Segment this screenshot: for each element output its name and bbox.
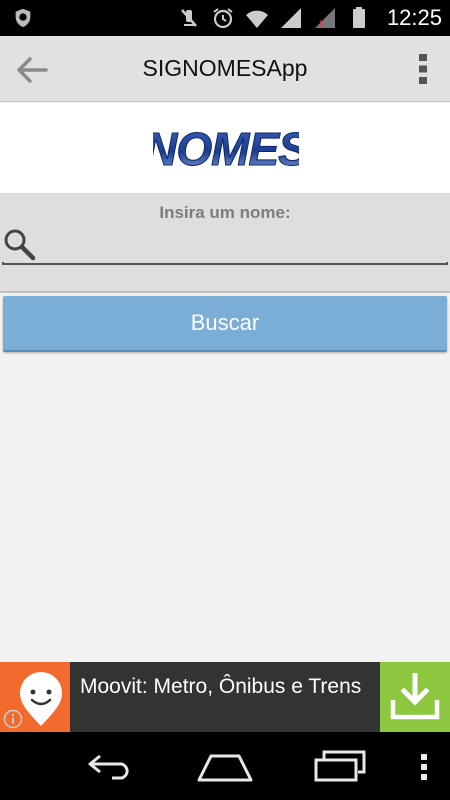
moovit-logo-icon[interactable] (18, 672, 64, 728)
logo-area: NOMES (0, 103, 450, 193)
ad-logo-background[interactable] (0, 662, 70, 732)
overflow-menu-icon[interactable] (416, 52, 430, 86)
search-panel: Insira um nome: (0, 193, 450, 293)
download-icon[interactable] (390, 673, 440, 721)
alarm-icon (213, 8, 233, 29)
wifi-icon (245, 10, 268, 28)
status-time: 12:25 (386, 5, 442, 30)
signal-icon (280, 8, 301, 28)
navigation-bar (0, 732, 450, 800)
buscar-button[interactable]: Buscar (3, 296, 447, 352)
nav-back-icon[interactable] (86, 752, 138, 780)
panel-divider (0, 291, 450, 293)
info-icon[interactable] (3, 709, 23, 729)
nomes-logo: NOMES (153, 123, 299, 175)
search-icon (4, 229, 36, 261)
mute-icon (180, 9, 197, 27)
nav-recent-apps-icon[interactable] (314, 750, 366, 782)
search-row (0, 225, 450, 265)
shield-icon (15, 8, 31, 28)
nav-home-icon[interactable] (197, 752, 253, 782)
search-underline (2, 262, 448, 265)
svg-text:NOMES: NOMES (153, 123, 299, 175)
nav-menu-icon[interactable] (418, 752, 430, 782)
battery-icon (352, 7, 365, 28)
ad-download-button[interactable] (380, 662, 450, 732)
status-bar: ! 12:25 (0, 0, 450, 36)
svg-text:!: ! (319, 19, 322, 30)
search-input[interactable] (40, 229, 440, 259)
search-label: Insira um nome: (159, 203, 291, 222)
status-icons: ! 12:25 (177, 0, 442, 36)
ad-banner[interactable]: Moovit: Metro, Ônibus e Trens (0, 662, 450, 732)
signal-icon: ! (314, 8, 335, 30)
ad-text[interactable]: Moovit: Metro, Ônibus e Trens (80, 674, 376, 700)
app-title: SIGNOMESApp (142, 55, 308, 81)
action-bar: SIGNOMESApp (0, 36, 450, 102)
